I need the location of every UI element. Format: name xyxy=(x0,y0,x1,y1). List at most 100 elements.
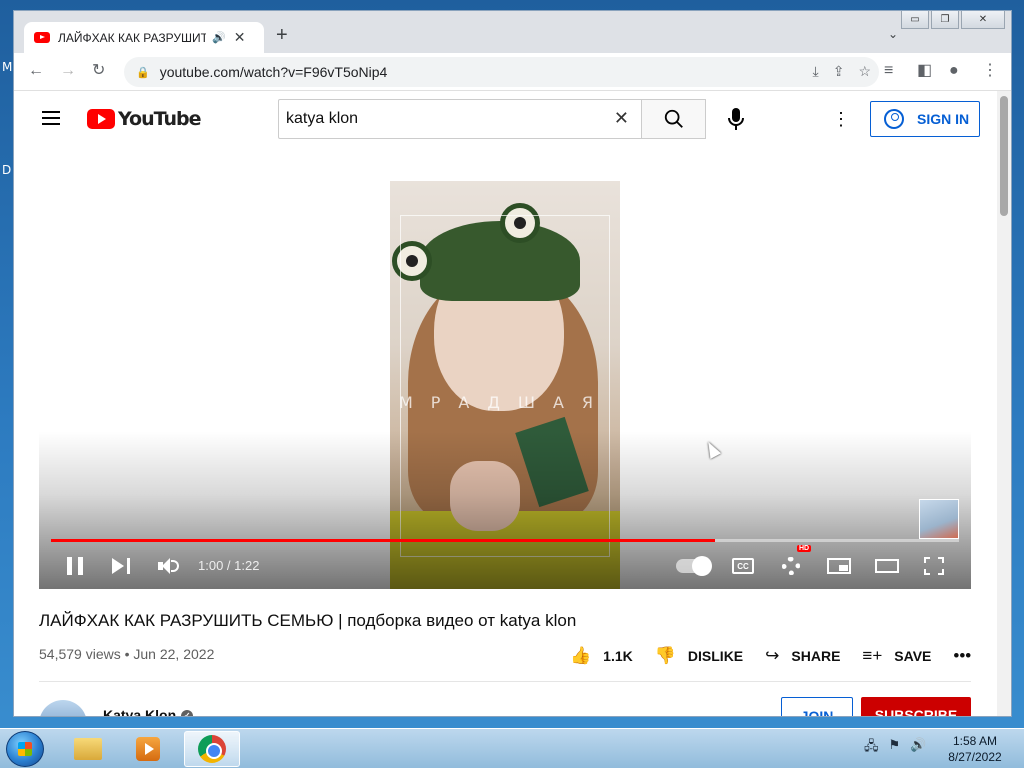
video-actions: 👍 1.1K 👎 DISLIKE ↪ SHARE ≡+ SAVE ••• xyxy=(570,646,999,666)
youtube-logo[interactable]: YouTube xyxy=(87,108,201,130)
menu-hamburger-icon[interactable] xyxy=(42,111,60,125)
dislike-button[interactable]: 👎 DISLIKE xyxy=(655,646,743,666)
pause-icon xyxy=(67,557,83,575)
theater-mode-button[interactable] xyxy=(874,551,900,581)
endscreen-thumbnail[interactable] xyxy=(919,499,959,539)
window-controls: ▭ ❐ ✕ xyxy=(901,11,1005,29)
volume-tray-icon[interactable]: 🔊 xyxy=(910,737,926,759)
taskbar-explorer[interactable] xyxy=(60,731,116,767)
system-tray: 🖧 ⚑ 🔊 xyxy=(864,737,926,759)
autoplay-toggle[interactable] xyxy=(675,551,712,581)
more-actions-button[interactable]: ••• xyxy=(953,646,983,666)
media-player-icon xyxy=(136,737,160,761)
close-window-button[interactable]: ✕ xyxy=(961,11,1005,29)
minimize-button[interactable]: ▭ xyxy=(901,11,929,29)
system-clock[interactable]: 1:58 AM 8/27/2022 xyxy=(940,733,1010,765)
thumbs-down-icon: 👎 xyxy=(654,646,676,665)
address-bar[interactable]: 🔒 youtube.com/watch?v=F96vT5oNip4 ⤓ ⇪ ☆ xyxy=(124,57,879,87)
progress-bar[interactable] xyxy=(51,539,959,542)
network-icon[interactable]: 🖧 xyxy=(864,737,879,759)
subscribe-button[interactable]: SUBSCRIBE xyxy=(861,697,971,716)
miniplayer-button[interactable] xyxy=(826,551,852,581)
action-center-flag-icon[interactable]: ⚑ xyxy=(889,737,901,759)
youtube-wordmark: YouTube xyxy=(118,108,201,130)
miniplayer-icon xyxy=(827,558,851,574)
dislike-label: DISLIKE xyxy=(687,648,744,664)
share-icon[interactable]: ⇪ xyxy=(833,63,845,80)
desktop-icon-label[interactable]: M xyxy=(2,60,12,74)
save-button[interactable]: ≡+ SAVE xyxy=(862,646,931,666)
forward-arrow-icon[interactable]: → xyxy=(60,62,76,80)
chrome-window: ЛАЙФХАК КАК РАЗРУШИТЬ 🔊 ✕ + ⌄ ▭ ❐ ✕ ← → … xyxy=(13,10,1012,717)
browser-toolbar: ← → ↻ 🔒 youtube.com/watch?v=F96vT5oNip4 … xyxy=(14,53,1011,91)
back-arrow-icon[interactable]: ← xyxy=(28,62,44,80)
sign-in-label: SIGN IN xyxy=(917,111,970,127)
clock-date: 8/27/2022 xyxy=(948,750,1002,764)
share-button[interactable]: ↪ SHARE xyxy=(765,646,840,666)
search-input[interactable]: katya klon ✕ xyxy=(278,99,642,139)
microphone-icon xyxy=(728,108,744,130)
channel-name[interactable]: Katya Klon ✓ xyxy=(103,707,194,716)
next-icon xyxy=(112,558,130,574)
profile-avatar-icon[interactable]: ● xyxy=(949,62,959,80)
theater-icon xyxy=(875,559,899,573)
folder-icon xyxy=(74,738,102,760)
share-arrow-icon: ↪ xyxy=(765,646,780,665)
mute-button[interactable] xyxy=(157,551,181,581)
search-button[interactable] xyxy=(642,99,706,139)
clear-search-icon[interactable]: ✕ xyxy=(614,108,629,129)
played-progress xyxy=(51,539,715,542)
new-tab-button[interactable]: + xyxy=(276,25,288,45)
captions-icon: CC xyxy=(732,558,754,574)
playlist-add-icon: ≡+ xyxy=(862,646,883,665)
taskbar-media-player[interactable] xyxy=(120,731,176,767)
youtube-play-logo-icon xyxy=(87,109,115,129)
browser-menu-icon[interactable]: ⋮ xyxy=(982,62,998,80)
captions-button[interactable]: CC xyxy=(730,551,756,581)
bookmark-star-icon[interactable]: ☆ xyxy=(858,63,871,80)
desktop-icon-label[interactable]: D xyxy=(2,163,11,177)
gear-icon xyxy=(782,557,800,575)
youtube-favicon-icon xyxy=(34,32,50,43)
settings-more-icon[interactable]: ⋮ xyxy=(832,105,850,133)
restore-button[interactable]: ❐ xyxy=(931,11,959,29)
next-button[interactable] xyxy=(110,551,132,581)
audio-playing-icon[interactable]: 🔊 xyxy=(212,31,226,44)
chrome-icon xyxy=(198,735,226,763)
tab-title: ЛАЙФХАК КАК РАЗРУШИТЬ xyxy=(58,30,206,45)
pause-button[interactable] xyxy=(64,551,86,581)
search-query[interactable]: katya klon xyxy=(286,110,358,128)
save-label: SAVE xyxy=(894,648,932,664)
voice-search-button[interactable] xyxy=(718,101,754,137)
thumbs-up-icon: 👍 xyxy=(570,646,592,665)
taskbar-chrome[interactable] xyxy=(184,731,240,767)
settings-button[interactable] xyxy=(780,551,802,581)
channel-avatar[interactable] xyxy=(39,700,87,716)
fullscreen-icon xyxy=(924,557,944,575)
media-controls-icon[interactable]: ≡ xyxy=(884,62,893,80)
youtube-page: YouTube katya klon ✕ ⋮ SIGN IN МРАДШАЯ 1… xyxy=(14,91,999,716)
fullscreen-button[interactable] xyxy=(922,551,946,581)
tab-close-icon[interactable]: ✕ xyxy=(234,29,246,46)
youtube-header: YouTube katya klon ✕ ⋮ SIGN IN xyxy=(14,91,999,147)
more-dots-icon: ••• xyxy=(953,646,972,665)
install-app-icon[interactable]: ⤓ xyxy=(813,63,819,80)
scrollbar-thumb[interactable] xyxy=(1000,96,1008,216)
join-button[interactable]: JOIN xyxy=(781,697,853,716)
tab-search-chevron-icon[interactable]: ⌄ xyxy=(888,27,898,41)
sign-in-button[interactable]: SIGN IN xyxy=(870,101,980,137)
side-panel-icon[interactable]: ◧ xyxy=(917,62,932,80)
lock-icon[interactable]: 🔒 xyxy=(136,66,150,79)
video-player[interactable]: МРАДШАЯ 1:00 / 1:22 CC HD xyxy=(39,181,971,589)
page-scrollbar[interactable] xyxy=(997,91,1011,716)
url-text[interactable]: youtube.com/watch?v=F96vT5oNip4 xyxy=(160,64,388,80)
browser-tab[interactable]: ЛАЙФХАК КАК РАЗРУШИТЬ 🔊 ✕ xyxy=(24,22,264,53)
like-button[interactable]: 👍 1.1K xyxy=(570,646,633,666)
channel-name-text[interactable]: Katya Klon xyxy=(103,707,176,716)
video-overlay-text: МРАДШАЯ xyxy=(398,393,612,412)
user-account-icon xyxy=(884,109,904,129)
video-meta: 54,579 views • Jun 22, 2022 xyxy=(39,646,215,662)
start-button[interactable] xyxy=(6,731,44,767)
share-label: SHARE xyxy=(791,648,841,664)
reload-icon[interactable]: ↻ xyxy=(92,62,105,80)
